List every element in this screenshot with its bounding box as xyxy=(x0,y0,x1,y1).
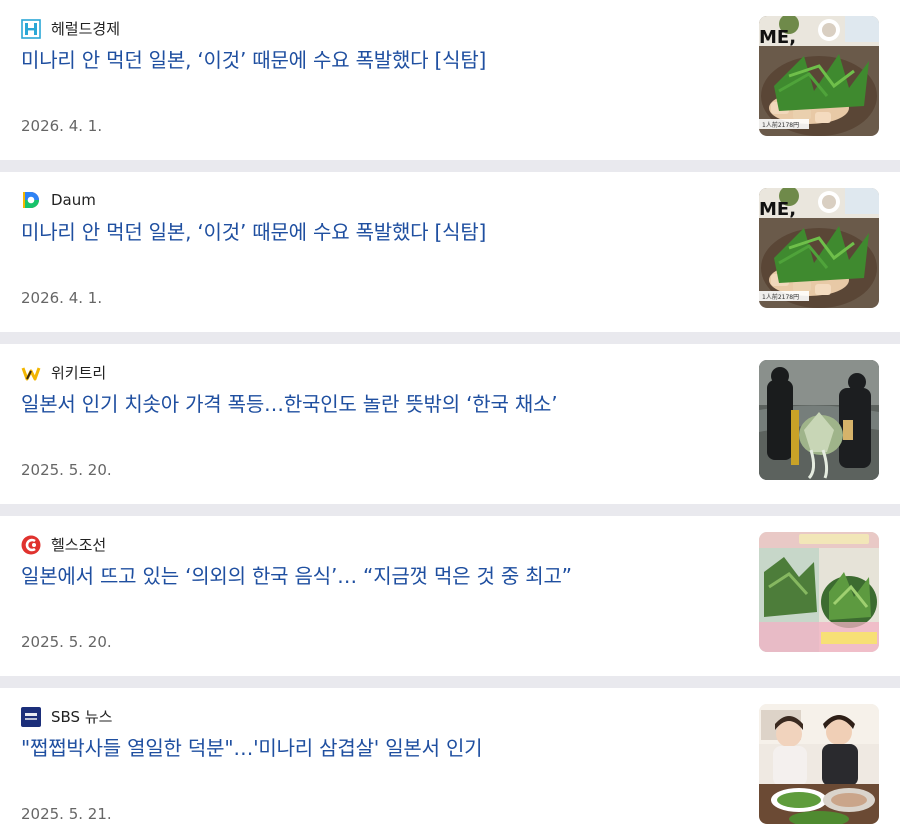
source-row: SBS 뉴스 xyxy=(21,706,112,727)
publish-date: 2025. 5. 20. xyxy=(21,633,112,651)
source-name: 위키트리 xyxy=(51,364,107,382)
thumbnail-image[interactable] xyxy=(759,704,879,824)
thumb-overlay-text: ME, xyxy=(759,199,796,220)
source-row: 헤럴드경제 xyxy=(21,18,120,39)
headline-link[interactable]: 미나리 안 먹던 일본, ‘이것’ 때문에 수요 폭발했다 [식탐] xyxy=(21,218,721,246)
source-name: 헬스조선 xyxy=(51,536,107,554)
wikitree-logo-icon xyxy=(21,362,41,383)
news-card[interactable]: Daum 미나리 안 먹던 일본, ‘이것’ 때문에 수요 폭발했다 [식탐] … xyxy=(0,172,900,332)
source-name: SBS 뉴스 xyxy=(51,708,113,726)
thumbnail-image[interactable] xyxy=(759,360,879,480)
news-card[interactable]: SBS 뉴스 "쩝쩝박사들 열일한 덕분"…'미나리 삼겹살' 일본서 인기 2… xyxy=(0,688,900,838)
source-row: 헬스조선 xyxy=(21,534,106,555)
publish-date: 2026. 4. 1. xyxy=(21,117,103,135)
source-row: Daum xyxy=(21,190,96,210)
source-name: Daum xyxy=(51,191,96,209)
headline-link[interactable]: 미나리 안 먹던 일본, ‘이것’ 때문에 수요 폭발했다 [식탐] xyxy=(21,46,721,74)
healthchosun-logo-icon xyxy=(21,535,41,555)
thumbnail-image[interactable] xyxy=(759,532,879,652)
news-card[interactable]: 헤럴드경제 미나리 안 먹던 일본, ‘이것’ 때문에 수요 폭발했다 [식탐]… xyxy=(0,0,900,160)
thumb-overlay-text: ME, xyxy=(759,27,796,48)
source-row: 위키트리 xyxy=(21,362,106,383)
thumb-caption-text: 1人前2178円 xyxy=(762,121,799,129)
news-card[interactable]: 위키트리 일본서 인기 치솟아 가격 폭등…한국인도 놀란 뜻밖의 ‘한국 채소… xyxy=(0,344,900,504)
headline-link[interactable]: 일본에서 뜨고 있는 ‘의외의 한국 음식’… “지금껏 먹은 것 중 최고” xyxy=(21,562,721,590)
publish-date: 2025. 5. 20. xyxy=(21,461,112,479)
headline-link[interactable]: 일본서 인기 치솟아 가격 폭등…한국인도 놀란 뜻밖의 ‘한국 채소’ xyxy=(21,390,721,418)
source-name: 헤럴드경제 xyxy=(51,20,121,38)
thumb-caption-text: 1人前2178円 xyxy=(762,293,799,301)
thumbnail-image[interactable]: ME, 1人前2178円 xyxy=(759,188,879,308)
headline-link[interactable]: "쩝쩝박사들 열일한 덕분"…'미나리 삼겹살' 일본서 인기 xyxy=(21,734,721,762)
publish-date: 2025. 5. 21. xyxy=(21,805,112,823)
news-feed: 헤럴드경제 미나리 안 먹던 일본, ‘이것’ 때문에 수요 폭발했다 [식탐]… xyxy=(0,0,900,838)
publish-date: 2026. 4. 1. xyxy=(21,289,103,307)
herald-logo-icon xyxy=(21,18,41,39)
sbs-news-logo-icon xyxy=(21,706,41,727)
daum-logo-icon xyxy=(21,190,41,210)
thumbnail-image[interactable]: ME, 1人前2178円 xyxy=(759,16,879,136)
news-card[interactable]: 헬스조선 일본에서 뜨고 있는 ‘의외의 한국 음식’… “지금껏 먹은 것 중… xyxy=(0,516,900,676)
